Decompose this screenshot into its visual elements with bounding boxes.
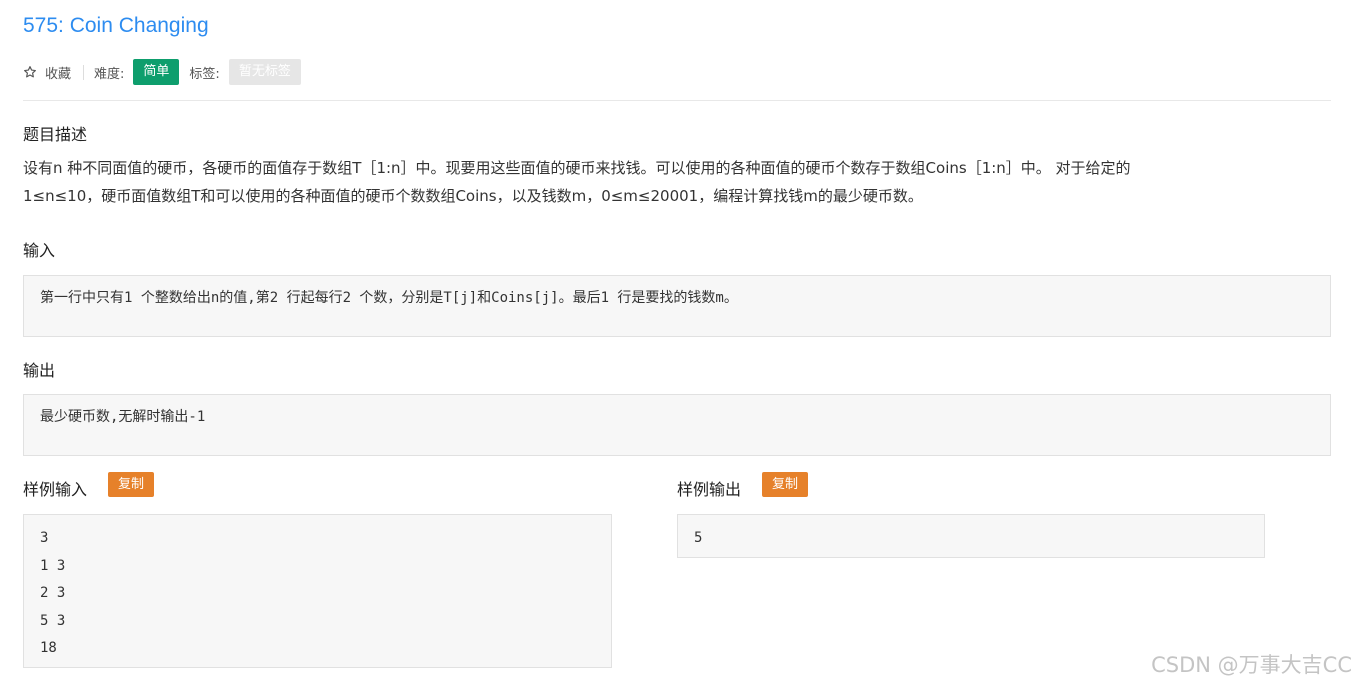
favorite-button[interactable]: 收藏 (23, 63, 71, 82)
sample-output-content: 5 (694, 530, 703, 546)
sample-input-content: 3 1 3 2 3 5 3 18 (40, 530, 66, 656)
tags-badge: 暂无标签 (228, 59, 301, 85)
copy-sample-output-button[interactable]: 复制 (762, 472, 809, 497)
input-description-box: 第一行中只有1 个整数给出n的值,第2 行起每行2 个数，分别是T[j]和Coi… (23, 275, 1331, 337)
output-heading: 输出 (23, 361, 56, 380)
meta-divider (83, 64, 85, 80)
description-line: 1≤n≤10，硬币面值数组T和可以使用的各种面值的硬币个数数组Coins，以及钱… (23, 187, 923, 205)
header-divider (23, 100, 1331, 101)
difficulty-badge: 简单 (133, 59, 180, 85)
input-description-text: 第一行中只有1 个整数给出n的值,第2 行起每行2 个数，分别是T[j]和Coi… (40, 290, 738, 306)
sample-output-box[interactable]: 5 (677, 514, 1265, 558)
problem-title: 575: Coin Changing (23, 14, 209, 37)
difficulty-label: 难度: (94, 66, 125, 82)
tags-label: 标签: (189, 66, 220, 82)
star-outline-icon (24, 66, 36, 78)
description-text: 设有n 种不同面值的硬币，各硬币的面值存于数组T［1:n］中。现要用这些面值的硬… (23, 154, 1333, 210)
output-description-box: 最少硬币数,无解时输出-1 (23, 394, 1331, 456)
sample-input-heading: 样例输入 (23, 480, 88, 499)
input-heading: 输入 (23, 241, 56, 260)
output-description-text: 最少硬币数,无解时输出-1 (40, 409, 206, 425)
csdn-watermark: CSDN @万事大吉CC (1151, 653, 1352, 677)
copy-sample-input-button[interactable]: 复制 (108, 472, 155, 497)
description-heading: 题目描述 (23, 125, 88, 144)
problem-meta-bar: 收藏 难度: 简单 标签: 暂无标签 (23, 59, 301, 85)
description-line: 设有n 种不同面值的硬币，各硬币的面值存于数组T［1:n］中。现要用这些面值的硬… (23, 159, 1131, 177)
favorite-label: 收藏 (45, 66, 72, 82)
sample-output-heading: 样例输出 (677, 480, 742, 499)
sample-input-box[interactable]: 3 1 3 2 3 5 3 18 (23, 514, 612, 668)
problem-page: 575: Coin Changing 收藏 难度: 简单 标签: 暂无标签 题目… (0, 0, 1356, 685)
